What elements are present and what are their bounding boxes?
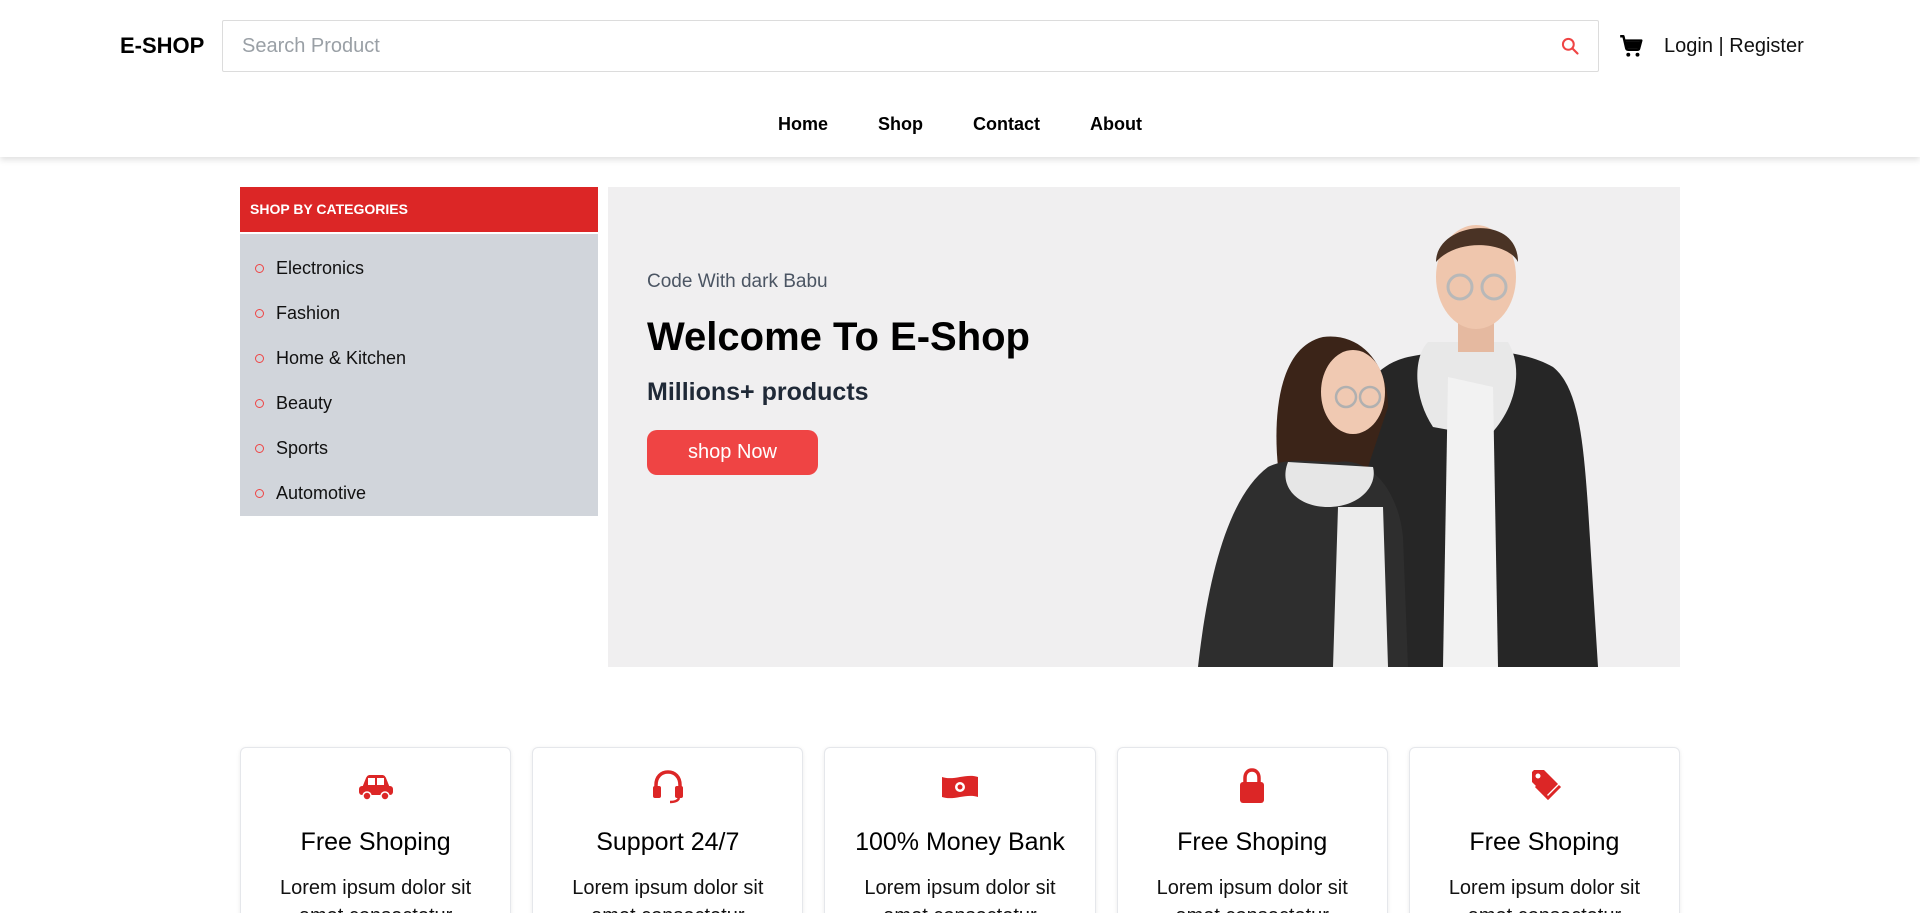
nav-contact[interactable]: Contact [973,114,1040,135]
categories-heading: SHOP BY CATEGORIES [240,187,598,232]
category-home-kitchen[interactable]: Home & Kitchen [240,336,598,381]
feature-card: Free Shoping Lorem ipsum dolor sit amet … [240,747,512,913]
category-label: Fashion [276,303,341,323]
hero-banner: Code With dark Babu Welcome To E-Shop Mi… [608,187,1680,667]
feature-title: Free Shoping [1177,828,1328,856]
site-logo[interactable]: E-SHOP [120,33,204,59]
search-icon[interactable] [1560,36,1580,56]
feature-card: Free Shoping Lorem ipsum dolor sit amet … [1116,747,1388,913]
headset-icon [652,770,683,804]
feature-text: Lorem ipsum dolor sit amet consectetur [280,877,472,913]
category-label: Beauty [276,393,333,413]
hero-couple-image [1198,225,1598,667]
feature-text: Lorem ipsum dolor sit amet consectetur [864,877,1056,913]
auth-links: Login | Register [1664,35,1804,58]
feature-text: Lorem ipsum dolor sit amet consectetur [1448,877,1640,913]
categories-sidebar: SHOP BY CATEGORIES Electronics Fashion H… [240,187,598,516]
feature-text: Lorem ipsum dolor sit amet consectetur [572,877,764,913]
search-bar [222,20,1599,72]
shop-now-button[interactable]: shop Now [647,430,818,475]
nav-home[interactable]: Home [778,114,828,135]
bullet-icon [255,309,264,318]
category-fashion[interactable]: Fashion [240,291,598,336]
car-icon [358,775,393,801]
feature-card: Free Shoping Lorem ipsum dolor sit amet … [1408,747,1681,913]
feature-title: 100% Money Bank [855,828,1065,856]
category-label: Sports [276,438,329,458]
money-icon [942,775,978,799]
bullet-icon [255,399,264,408]
categories-list: Electronics Fashion Home & Kitchen Beaut… [240,234,598,516]
bullet-icon [255,444,264,453]
category-label: Electronics [276,258,365,278]
features-row: Free Shoping Lorem ipsum dolor sit amet … [240,747,1681,913]
auth-separator: | [1718,35,1724,57]
nav-shop[interactable]: Shop [878,114,923,135]
site-header: E-SHOP Login | Register Home Shop Contac… [0,0,1920,157]
feature-text: Lorem ipsum dolor sit amet consectetur [1156,877,1348,913]
category-label: Automotive [276,483,367,503]
category-automotive[interactable]: Automotive [240,471,598,516]
bullet-icon [255,489,264,498]
hero-subtitle: Code With dark Babu [647,271,828,292]
category-electronics[interactable]: Electronics [240,246,598,291]
search-input[interactable] [223,21,1523,71]
category-label: Home & Kitchen [276,348,407,368]
hero-title: Welcome To E-Shop [647,315,1030,359]
bullet-icon [255,264,264,273]
feature-title: Support 24/7 [596,828,740,856]
feature-title: Free Shoping [1469,828,1620,856]
bullet-icon [255,354,264,363]
category-sports[interactable]: Sports [240,426,598,471]
main-nav: Home Shop Contact About [0,114,1920,135]
feature-card: Support 24/7 Lorem ipsum dolor sit amet … [532,747,804,913]
login-link[interactable]: Login [1664,35,1713,57]
register-link[interactable]: Register [1729,35,1803,57]
hero-tagline: Millions+ products [647,378,869,406]
cart-icon[interactable] [1618,33,1644,59]
feature-title: Free Shoping [300,828,451,856]
tag-icon [1532,770,1562,801]
feature-card: 100% Money Bank Lorem ipsum dolor sit am… [824,747,1096,913]
lock-icon [1240,768,1265,803]
category-beauty[interactable]: Beauty [240,381,598,426]
nav-about[interactable]: About [1090,114,1142,135]
